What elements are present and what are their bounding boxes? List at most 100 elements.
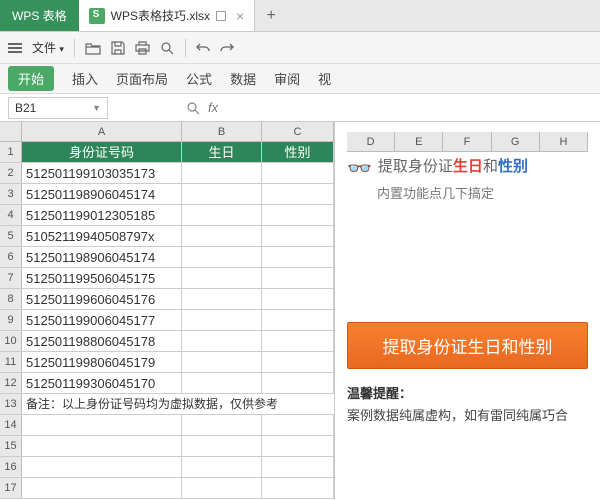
row-header[interactable]: 6 xyxy=(0,247,22,267)
row-header[interactable]: 17 xyxy=(0,478,22,498)
note-cell[interactable]: 备注：以上身份证号码均为虚拟数据，仅供参考 xyxy=(22,394,334,414)
cell[interactable] xyxy=(182,289,262,309)
row-header[interactable]: 1 xyxy=(0,142,22,162)
file-tab[interactable]: WPS表格技巧.xlsx × xyxy=(79,0,256,31)
cell[interactable] xyxy=(262,373,334,393)
cell[interactable] xyxy=(182,457,262,477)
undo-icon[interactable] xyxy=(196,42,210,54)
cell[interactable]: 512501199506045175 xyxy=(22,268,182,288)
select-all-corner[interactable] xyxy=(0,122,22,141)
col-header[interactable]: C xyxy=(262,122,334,141)
cell[interactable]: 512501198906045174 xyxy=(22,247,182,267)
ribbon-data[interactable]: 数据 xyxy=(230,69,256,88)
row-header[interactable]: 8 xyxy=(0,289,22,309)
row-header[interactable]: 9 xyxy=(0,310,22,330)
row-header[interactable]: 10 xyxy=(0,331,22,351)
search-icon[interactable] xyxy=(186,101,200,115)
cell[interactable] xyxy=(182,373,262,393)
file-name: WPS表格技巧.xlsx xyxy=(111,7,210,24)
cell[interactable]: 512501199606045176 xyxy=(22,289,182,309)
fx-label[interactable]: fx xyxy=(208,100,218,115)
row-header[interactable]: 3 xyxy=(0,184,22,204)
cell[interactable] xyxy=(22,478,182,498)
cell[interactable] xyxy=(182,415,262,435)
cell[interactable] xyxy=(22,415,182,435)
header-cell[interactable]: 身份证号码 xyxy=(22,142,182,162)
new-tab-button[interactable]: + xyxy=(255,0,287,31)
cell[interactable] xyxy=(262,226,334,246)
cell[interactable] xyxy=(262,457,334,477)
row-header[interactable]: 16 xyxy=(0,457,22,477)
cell[interactable] xyxy=(262,184,334,204)
extract-button[interactable]: 提取身份证生日和性别 xyxy=(347,322,588,369)
cell[interactable] xyxy=(262,415,334,435)
preview-icon[interactable] xyxy=(160,41,175,55)
chevron-down-icon[interactable]: ▼ xyxy=(92,103,101,113)
cell[interactable] xyxy=(182,331,262,351)
row-header[interactable]: 11 xyxy=(0,352,22,372)
spreadsheet-grid[interactable]: A B C 1身份证号码生日性别251250119910303517335125… xyxy=(0,122,335,500)
ribbon-start[interactable]: 开始 xyxy=(8,66,54,91)
cell[interactable] xyxy=(262,310,334,330)
cell[interactable] xyxy=(22,436,182,456)
cell[interactable] xyxy=(262,205,334,225)
col-headers-ext[interactable]: D E F G H xyxy=(347,132,588,152)
cell[interactable] xyxy=(22,457,182,477)
cell[interactable] xyxy=(182,184,262,204)
cell[interactable] xyxy=(182,436,262,456)
row-header[interactable]: 5 xyxy=(0,226,22,246)
row-header[interactable]: 12 xyxy=(0,373,22,393)
ribbon-view[interactable]: 视 xyxy=(318,69,331,88)
cell[interactable] xyxy=(262,436,334,456)
open-icon[interactable] xyxy=(85,41,101,55)
cell[interactable] xyxy=(262,352,334,372)
cell[interactable] xyxy=(262,478,334,498)
ribbon-layout[interactable]: 页面布局 xyxy=(116,69,168,88)
cell[interactable]: 51052119940508797x xyxy=(22,226,182,246)
file-menu[interactable]: 文件 ▾ xyxy=(32,39,64,56)
header-cell[interactable]: 性别 xyxy=(262,142,334,162)
glasses-icon: 👓 xyxy=(347,156,372,181)
cell[interactable] xyxy=(182,226,262,246)
ribbon-insert[interactable]: 插入 xyxy=(72,69,98,88)
cell[interactable] xyxy=(182,478,262,498)
col-header[interactable]: B xyxy=(182,122,262,141)
cell[interactable]: 512501199806045179 xyxy=(22,352,182,372)
app-tab[interactable]: WPS 表格 xyxy=(0,0,79,31)
row-header[interactable]: 14 xyxy=(0,415,22,435)
cell[interactable] xyxy=(182,352,262,372)
reminder-title: 温馨提醒： xyxy=(347,383,588,402)
header-cell[interactable]: 生日 xyxy=(182,142,262,162)
cell[interactable] xyxy=(262,268,334,288)
close-icon[interactable]: × xyxy=(236,8,244,24)
row-header[interactable]: 15 xyxy=(0,436,22,456)
ribbon-review[interactable]: 审阅 xyxy=(274,69,300,88)
cell[interactable] xyxy=(262,331,334,351)
cell[interactable] xyxy=(182,310,262,330)
save-icon[interactable] xyxy=(111,41,125,55)
name-box[interactable]: B21▼ xyxy=(8,97,108,119)
pin-icon[interactable] xyxy=(216,11,226,21)
cell[interactable] xyxy=(262,247,334,267)
row-header[interactable]: 2 xyxy=(0,163,22,183)
print-icon[interactable] xyxy=(135,41,150,55)
ribbon-formula[interactable]: 公式 xyxy=(186,69,212,88)
cell[interactable]: 512501199103035173 xyxy=(22,163,182,183)
cell[interactable]: 512501199006045177 xyxy=(22,310,182,330)
cell[interactable]: 512501198906045174 xyxy=(22,184,182,204)
menu-icon[interactable] xyxy=(8,43,22,53)
row-header[interactable]: 4 xyxy=(0,205,22,225)
row-header[interactable]: 7 xyxy=(0,268,22,288)
cell[interactable] xyxy=(182,247,262,267)
cell[interactable] xyxy=(262,289,334,309)
row-header[interactable]: 13 xyxy=(0,394,22,414)
cell[interactable] xyxy=(182,205,262,225)
cell[interactable] xyxy=(182,268,262,288)
col-header[interactable]: A xyxy=(22,122,182,141)
cell[interactable] xyxy=(182,163,262,183)
cell[interactable]: 512501199306045170 xyxy=(22,373,182,393)
cell[interactable]: 512501199012305185 xyxy=(22,205,182,225)
cell[interactable] xyxy=(262,163,334,183)
cell[interactable]: 512501198806045178 xyxy=(22,331,182,351)
redo-icon[interactable] xyxy=(220,42,234,54)
